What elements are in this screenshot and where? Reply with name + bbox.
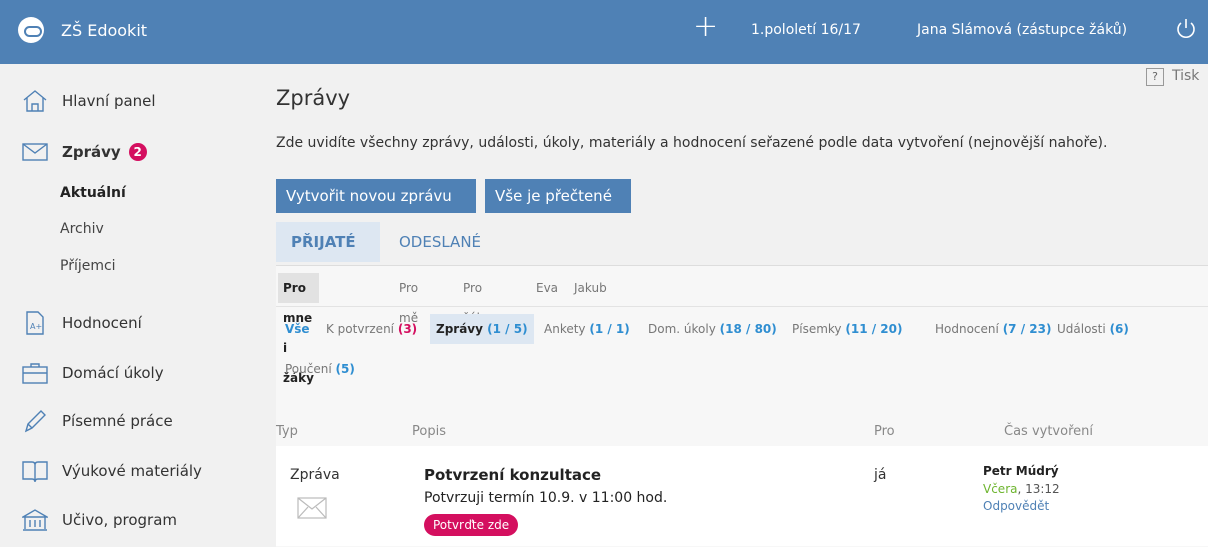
filter-type-messages[interactable]: Zprávy (1 / 5)	[430, 314, 534, 344]
filter-for-me[interactable]: Pro mě	[394, 273, 423, 325]
filter-count: (1 / 5)	[487, 322, 528, 336]
envelope-icon	[22, 143, 48, 161]
sidebar-subitem-current[interactable]: Aktuální	[60, 185, 126, 201]
sidebar-item-label: Hlavní panel	[62, 92, 156, 110]
home-icon	[23, 90, 47, 112]
book-icon	[22, 461, 48, 483]
confirm-button[interactable]: Potvrďte zde	[424, 514, 519, 536]
unread-badge: 2	[128, 143, 147, 161]
filter-count: (5)	[335, 362, 355, 376]
mark-all-read-button[interactable]: Vše je přečtené	[485, 179, 631, 213]
tab-sent[interactable]: ODESLANÉ	[384, 222, 496, 262]
top-bar: ZŠ Edookit + 1.pololetí 16/17 Jana Slámo…	[0, 0, 1208, 64]
filter-eva[interactable]: Eva	[531, 273, 563, 303]
help-button[interactable]: ?	[1146, 68, 1164, 86]
filter-count: (3)	[397, 322, 418, 336]
filter-label: Poučení	[285, 362, 332, 376]
message-time: Včera, 13:12	[983, 482, 1060, 496]
period-selector[interactable]: 1.pololetí 16/17	[751, 22, 861, 38]
filter-label: K potvrzení	[326, 322, 395, 336]
sidebar-subitem-recipients[interactable]: Příjemci	[60, 258, 116, 274]
sidebar-subitem-archive[interactable]: Archiv	[60, 221, 104, 237]
plus-icon[interactable]: +	[693, 12, 718, 42]
grade-document-icon: A+	[26, 311, 44, 335]
briefcase-icon	[22, 363, 48, 384]
filter-label: Ankety	[544, 322, 586, 336]
user-menu[interactable]: Jana Slámová (zástupce žáků)	[917, 22, 1127, 38]
message-recipient: já	[874, 467, 887, 483]
message-author: Petr Múdrý	[983, 464, 1059, 478]
pencil-icon	[24, 410, 46, 433]
sidebar-item-written-exams[interactable]: Písemné práce	[22, 406, 173, 436]
sidebar-item-messages[interactable]: Zprávy 2	[22, 137, 147, 167]
print-link[interactable]: Tisk	[1172, 68, 1199, 84]
column-header-for[interactable]: Pro	[874, 424, 895, 439]
filter-jakub[interactable]: Jakub	[569, 273, 612, 303]
envelope-icon	[297, 497, 327, 519]
column-header-created[interactable]: Čas vytvoření	[1004, 424, 1093, 439]
sidebar-item-grades[interactable]: A+ Hodnocení	[22, 308, 142, 338]
filter-type-grades[interactable]: Hodnocení (7 / 23)	[929, 314, 1057, 344]
filter-type-exams[interactable]: Písemky (11 / 20)	[786, 314, 908, 344]
filter-count: (1 / 1)	[589, 322, 630, 336]
sidebar-item-label: Písemné práce	[62, 412, 173, 430]
sidebar-item-label: Domácí úkoly	[62, 364, 164, 382]
new-message-button[interactable]: Vytvořit novou zprávu	[276, 179, 476, 213]
sidebar-item-homework[interactable]: Domácí úkoly	[22, 358, 164, 388]
message-clock: , 13:12	[1017, 482, 1060, 496]
filter-type-all[interactable]: Vše	[279, 314, 316, 344]
edookit-logo-icon[interactable]	[18, 17, 44, 43]
column-header-description[interactable]: Popis	[412, 424, 446, 439]
filter-count: (11 / 20)	[845, 322, 903, 336]
filter-count: (18 / 80)	[719, 322, 777, 336]
column-header-type[interactable]: Typ	[276, 424, 298, 439]
filter-count: (7 / 23)	[1002, 322, 1052, 336]
message-subject[interactable]: Potvrzení konzultace	[424, 466, 601, 484]
filter-type-events[interactable]: Události (6)	[1051, 314, 1135, 344]
filter-label: Hodnocení	[935, 322, 999, 336]
sidebar-item-label: Zprávy	[62, 143, 121, 161]
app-title[interactable]: ZŠ Edookit	[61, 21, 147, 40]
filter-divider	[276, 306, 1208, 307]
page-description: Zde uvidíte všechny zprávy, události, úk…	[276, 135, 1108, 151]
sidebar-item-dashboard[interactable]: Hlavní panel	[22, 86, 156, 116]
filter-label: Písemky	[792, 322, 842, 336]
filter-type-polls[interactable]: Ankety (1 / 1)	[538, 314, 636, 344]
tab-received[interactable]: PŘIJATÉ	[276, 222, 380, 262]
power-icon[interactable]	[1173, 16, 1199, 42]
filter-label: Dom. úkoly	[648, 322, 716, 336]
filter-type-to-confirm[interactable]: K potvrzení (3)	[320, 314, 423, 344]
row-type: Zpráva	[290, 467, 340, 483]
reply-link[interactable]: Odpovědět	[983, 499, 1049, 513]
filter-for-pupils[interactable]: Pro žáky	[458, 273, 495, 325]
filter-label: Zprávy	[436, 322, 483, 336]
page-title: Zprávy	[276, 86, 351, 110]
table-row[interactable]	[276, 446, 1208, 546]
sidebar-item-label: Hodnocení	[62, 314, 142, 332]
filter-type-homework[interactable]: Dom. úkoly (18 / 80)	[642, 314, 783, 344]
building-icon	[22, 509, 48, 531]
message-text: Potvrzuji termín 10.9. v 11:00 hod.	[424, 490, 668, 506]
filter-count: (6)	[1109, 322, 1129, 336]
filter-all-recipients[interactable]: Pro mne i žáky	[278, 273, 319, 385]
filter-label: Události	[1057, 322, 1106, 336]
sidebar-item-materials[interactable]: Výukové materiály	[22, 456, 202, 486]
sidebar-item-curriculum[interactable]: Učivo, program	[22, 505, 177, 535]
sidebar-item-label: Výukové materiály	[62, 462, 202, 480]
message-day: Včera	[983, 482, 1018, 496]
sidebar-item-label: Učivo, program	[62, 511, 178, 529]
filter-type-instructions[interactable]: Poučení (5)	[279, 354, 361, 384]
svg-text:A+: A+	[30, 322, 42, 331]
